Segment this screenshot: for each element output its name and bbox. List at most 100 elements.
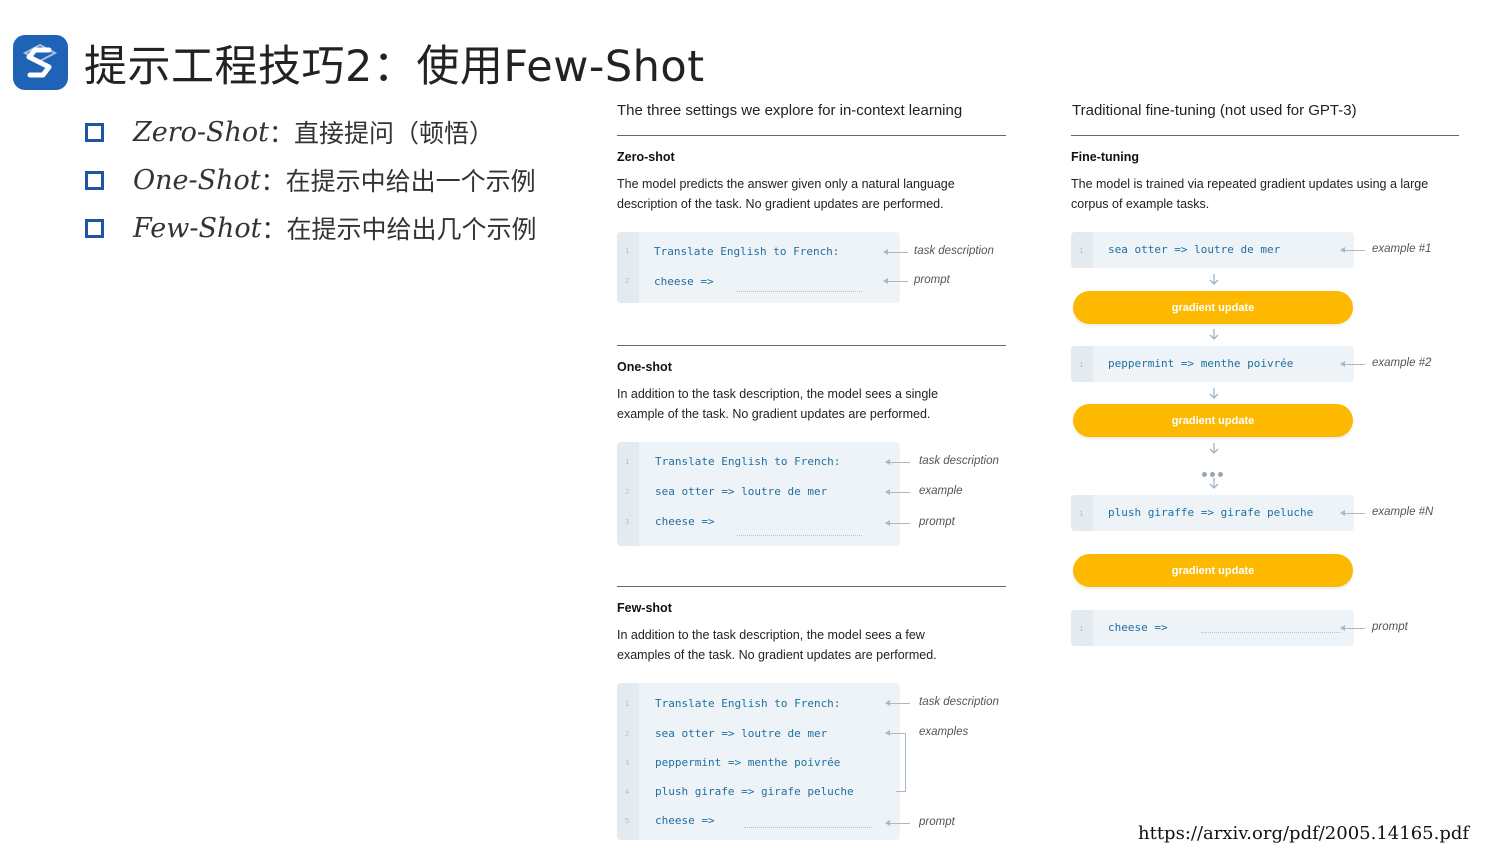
code-line: cheese => bbox=[655, 814, 715, 827]
divider bbox=[617, 135, 1006, 136]
source-link[interactable]: https://arxiv.org/pdf/2005.14165.pdf bbox=[1138, 823, 1469, 844]
bullet-item-few-shot: Few-Shot ：在提示中给出几个示例 bbox=[85, 204, 536, 252]
code-line: Translate English to French: bbox=[654, 245, 840, 258]
annotation: example bbox=[919, 485, 963, 497]
arrow-left-icon bbox=[1340, 625, 1365, 631]
arrow-down-icon bbox=[1209, 274, 1219, 286]
square-bullet-icon bbox=[85, 122, 104, 142]
code-line: peppermint => menthe poivrée bbox=[1108, 357, 1294, 370]
code-line: plush giraffe => girafe peluche bbox=[1108, 506, 1314, 519]
arrow-left-icon bbox=[885, 489, 910, 495]
arrow-left-icon bbox=[883, 278, 908, 284]
line-number: 2 bbox=[625, 488, 630, 496]
divider bbox=[617, 586, 1006, 587]
arrow-left-icon bbox=[885, 520, 910, 526]
annotation: prompt bbox=[914, 274, 950, 286]
bullet-item-one-shot: One-Shot ：在提示中给出一个示例 bbox=[85, 156, 536, 204]
annotation: prompt bbox=[1372, 621, 1408, 633]
code-line: plush girafe => girafe peluche bbox=[655, 785, 854, 798]
gradient-update-2: gradient update bbox=[1073, 404, 1353, 437]
line-number: 2 bbox=[625, 730, 630, 738]
example-n-code-box: 1 plush giraffe => girafe peluche bbox=[1071, 495, 1354, 531]
answer-placeholder bbox=[744, 827, 872, 828]
example-2-code-box: 1 peppermint => menthe poivrée bbox=[1071, 346, 1354, 382]
annotation: example #2 bbox=[1372, 357, 1432, 369]
line-gutter bbox=[617, 232, 639, 303]
arrow-left-icon bbox=[1340, 361, 1365, 367]
zero-shot-desc: The model predicts the answer given only… bbox=[617, 177, 955, 211]
code-line: sea otter => loutre de mer bbox=[655, 485, 828, 498]
answer-placeholder bbox=[737, 291, 862, 292]
fine-tuning-heading: Traditional fine-tuning (not used for GP… bbox=[1072, 102, 1357, 119]
arrow-down-icon bbox=[1209, 443, 1219, 455]
line-number: 3 bbox=[625, 518, 630, 526]
arrow-down-icon bbox=[1209, 478, 1219, 490]
fine-tuning-title: Fine-tuning bbox=[1071, 150, 1140, 164]
arrow-left-icon bbox=[1340, 510, 1365, 516]
annotation: prompt bbox=[919, 516, 955, 528]
line-number: 1 bbox=[1079, 361, 1084, 369]
fine-tuning-desc: The model is trained via repeated gradie… bbox=[1071, 177, 1429, 211]
bullet-term: One-Shot bbox=[133, 164, 261, 196]
annotation: prompt bbox=[919, 816, 955, 828]
divider bbox=[617, 345, 1006, 346]
arrow-down-icon bbox=[1209, 329, 1219, 341]
in-context-heading: The three settings we explore for in-con… bbox=[617, 102, 963, 119]
prompt-code-box: 1 cheese => bbox=[1071, 610, 1354, 646]
code-line: cheese => bbox=[1108, 621, 1168, 634]
arrow-left-icon bbox=[885, 700, 910, 706]
bullet-desc: ：在提示中给出几个示例 bbox=[261, 215, 537, 244]
zero-shot-code-box: 1 2 Translate English to French: cheese … bbox=[617, 232, 900, 303]
few-shot-title: Few-shot bbox=[617, 601, 672, 615]
answer-placeholder bbox=[1201, 632, 1341, 633]
code-line: cheese => bbox=[654, 275, 714, 288]
code-line: Translate English to French: bbox=[655, 697, 841, 710]
arrow-left-icon bbox=[885, 459, 910, 465]
bullet-list: Zero-Shot ：直接提问（顿悟） One-Shot ：在提示中给出一个示例… bbox=[85, 108, 536, 252]
line-number: 3 bbox=[625, 759, 630, 767]
line-number: 5 bbox=[625, 817, 630, 825]
page-title: 提示工程技巧2：使用Few-Shot bbox=[84, 42, 705, 92]
one-shot-code-box: 1 2 3 Translate English to French: sea o… bbox=[617, 442, 900, 546]
annotation: task description bbox=[914, 245, 994, 257]
arrow-left-icon bbox=[885, 820, 910, 826]
line-number: 2 bbox=[625, 277, 630, 285]
one-shot-desc: In addition to the task description, the… bbox=[617, 387, 939, 421]
arrow-left-icon bbox=[885, 730, 896, 736]
bullet-desc: ：直接提问（顿悟） bbox=[269, 119, 495, 148]
gradient-update-3: gradient update bbox=[1073, 554, 1353, 587]
few-shot-code-box: 1 2 3 4 5 Translate English to French: s… bbox=[617, 683, 900, 840]
square-bullet-icon bbox=[85, 170, 104, 190]
line-number: 1 bbox=[625, 458, 630, 466]
bullet-term: Zero-Shot bbox=[133, 116, 270, 148]
bullet-desc: ：在提示中给出一个示例 bbox=[260, 167, 536, 196]
examples-bracket bbox=[896, 733, 906, 792]
divider bbox=[1071, 135, 1459, 136]
line-number: 1 bbox=[625, 247, 630, 255]
zero-shot-title: Zero-shot bbox=[617, 150, 675, 164]
annotation: example #1 bbox=[1372, 243, 1432, 255]
arrow-left-icon bbox=[1340, 247, 1365, 253]
code-line: sea otter => loutre de mer bbox=[1108, 243, 1281, 256]
annotation: examples bbox=[919, 726, 969, 738]
one-shot-title: One-shot bbox=[617, 360, 672, 374]
annotation: example #N bbox=[1372, 506, 1434, 518]
code-line: cheese => bbox=[655, 515, 715, 528]
annotation: task description bbox=[919, 455, 999, 467]
answer-placeholder bbox=[737, 535, 862, 536]
bullet-item-zero-shot: Zero-Shot ：直接提问（顿悟） bbox=[85, 108, 536, 156]
annotation: task description bbox=[919, 696, 999, 708]
square-bullet-icon bbox=[85, 218, 104, 238]
arrow-down-icon bbox=[1209, 388, 1219, 400]
bullet-term: Few-Shot bbox=[133, 212, 262, 244]
line-number: 1 bbox=[1079, 247, 1084, 255]
few-shot-desc: In addition to the task description, the… bbox=[617, 628, 937, 662]
arrow-left-icon bbox=[883, 249, 908, 255]
line-number: 1 bbox=[1079, 510, 1084, 518]
line-number: 1 bbox=[1079, 625, 1084, 633]
example-1-code-box: 1 sea otter => loutre de mer bbox=[1071, 232, 1354, 268]
line-number: 4 bbox=[625, 788, 630, 796]
code-line: sea otter => loutre de mer bbox=[655, 727, 828, 740]
code-line: peppermint => menthe poivrée bbox=[655, 756, 841, 769]
code-line: Translate English to French: bbox=[655, 455, 841, 468]
